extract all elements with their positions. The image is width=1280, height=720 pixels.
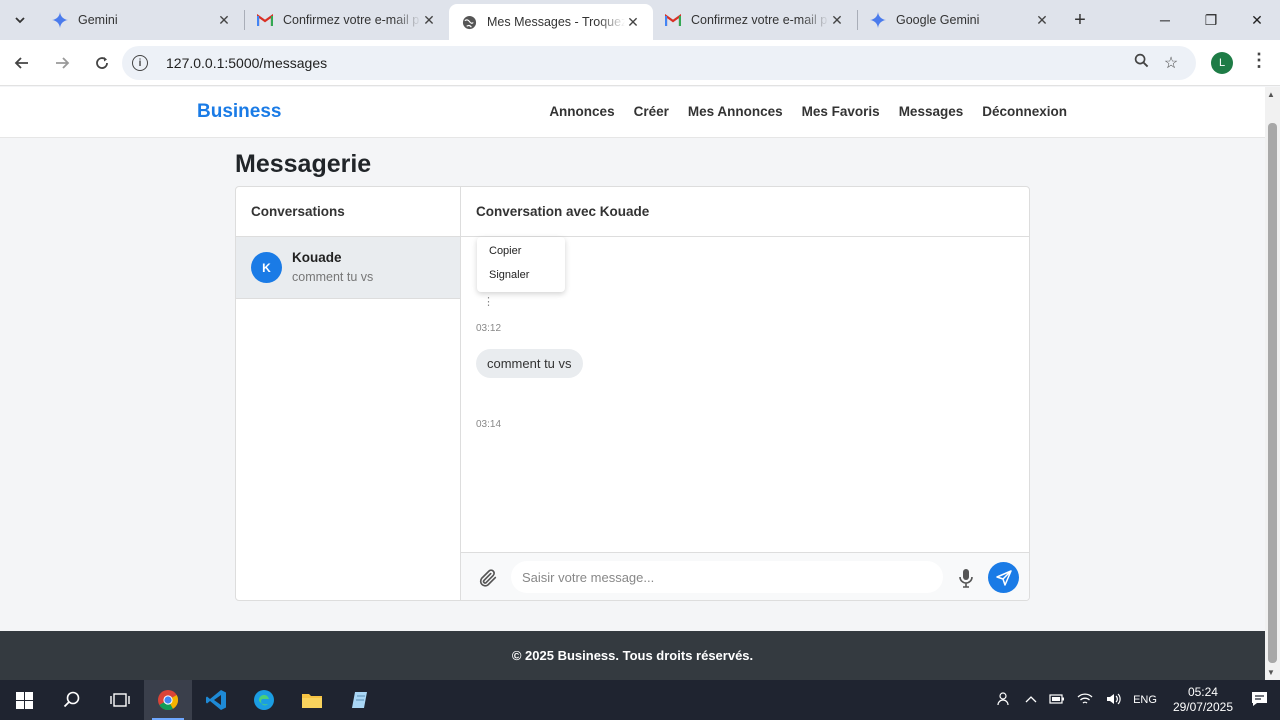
send-plane-icon — [995, 569, 1012, 586]
conversation-last-message: comment tu vs — [292, 270, 374, 284]
gmail-icon — [257, 12, 273, 28]
search-icon[interactable] — [48, 680, 96, 720]
back-arrow-icon[interactable] — [4, 45, 40, 81]
page-scrollbar[interactable]: ▲ ▼ — [1265, 87, 1280, 680]
tab-title: Confirmez votre e-mail p — [691, 13, 828, 27]
close-tab-icon[interactable]: ✕ — [829, 12, 845, 29]
scrollbar-thumb[interactable] — [1268, 123, 1277, 663]
nav-mes-favoris[interactable]: Mes Favoris — [802, 104, 880, 119]
tab-gmail-confirm-1[interactable]: Confirmez votre e-mail p ✕ — [245, 0, 449, 40]
nav-deconnexion[interactable]: Déconnexion — [982, 104, 1067, 119]
nav-annonces[interactable]: Annonces — [549, 104, 614, 119]
task-view-icon[interactable] — [96, 680, 144, 720]
reload-icon[interactable] — [84, 45, 120, 81]
tab-title: Google Gemini — [896, 13, 980, 27]
minimize-icon[interactable]: ─ — [1142, 0, 1188, 40]
paperclip-icon[interactable] — [477, 567, 499, 589]
windows-taskbar: ENG 05:24 29/07/2025 — [0, 680, 1280, 720]
url-text[interactable]: 127.0.0.1:5000/messages — [166, 55, 1126, 71]
nav-creer[interactable]: Créer — [634, 104, 669, 119]
conversations-column: Conversations K Kouade comment tu vs — [236, 187, 461, 600]
message-timestamp: 03:14 — [476, 419, 502, 430]
chrome-taskbar-icon[interactable] — [144, 680, 192, 720]
windows-start-icon[interactable] — [0, 680, 48, 720]
message-timestamp: 03:12 — [476, 323, 502, 334]
chat-messages: Copier Signaler ⋮ 03:12 comment tu vs 03… — [461, 237, 1029, 552]
battery-icon[interactable] — [1043, 693, 1071, 708]
zoom-icon[interactable] — [1126, 53, 1156, 73]
conversations-header: Conversations — [236, 187, 460, 237]
tab-title: Mes Messages - Troquez — [487, 15, 625, 29]
site-header: Business Annonces Créer Mes Annonces Mes… — [0, 87, 1265, 138]
tab-search-icon[interactable] — [0, 0, 40, 40]
system-clock[interactable]: 05:24 29/07/2025 — [1163, 685, 1243, 715]
tab-title: Confirmez votre e-mail p — [283, 13, 420, 27]
chat-column: Conversation avec Kouade Copier Signaler… — [461, 187, 1029, 600]
tab-gmail-confirm-2[interactable]: Confirmez votre e-mail p ✕ — [653, 0, 857, 40]
site-info-icon[interactable]: i — [132, 55, 148, 71]
profile-avatar[interactable]: L — [1211, 52, 1233, 74]
close-tab-icon[interactable]: ✕ — [1034, 12, 1050, 29]
system-tray: ENG 05:24 29/07/2025 — [991, 680, 1280, 720]
bookmark-star-icon[interactable]: ☆ — [1156, 53, 1186, 73]
message-bubble: comment tu vs — [476, 349, 583, 378]
close-tab-icon[interactable]: ✕ — [216, 12, 232, 29]
clock-time: 05:24 — [1187, 685, 1218, 699]
file-explorer-icon[interactable] — [288, 680, 336, 720]
page-viewport: Business Annonces Créer Mes Annonces Mes… — [0, 87, 1265, 680]
globe-icon — [461, 14, 477, 30]
microphone-icon[interactable] — [956, 567, 976, 589]
nav-mes-annonces[interactable]: Mes Annonces — [688, 104, 783, 119]
message-input[interactable] — [511, 561, 943, 593]
chat-header: Conversation avec Kouade — [461, 187, 1029, 237]
notepad-app-icon[interactable] — [336, 680, 384, 720]
language-indicator[interactable]: ENG — [1127, 694, 1163, 706]
address-bar[interactable]: i 127.0.0.1:5000/messages ☆ — [122, 46, 1196, 80]
site-nav: Annonces Créer Mes Annonces Mes Favoris … — [549, 104, 1067, 119]
people-icon[interactable] — [991, 691, 1019, 710]
conversation-name: Kouade — [292, 250, 342, 265]
avatar: K — [251, 252, 282, 283]
send-button[interactable] — [988, 562, 1019, 593]
vscode-taskbar-icon[interactable] — [192, 680, 240, 720]
gmail-icon — [665, 12, 681, 28]
tab-mes-messages[interactable]: Mes Messages - Troquez ✕ — [449, 4, 653, 40]
window-controls: ─ ❐ ✕ — [1142, 0, 1280, 40]
new-tab-plus-icon[interactable]: + — [1062, 0, 1098, 40]
clock-date: 29/07/2025 — [1172, 700, 1233, 714]
close-tab-icon[interactable]: ✕ — [625, 14, 641, 31]
close-window-icon[interactable]: ✕ — [1234, 0, 1280, 40]
page-title: Messagerie — [235, 150, 372, 178]
scroll-up-icon[interactable]: ▲ — [1267, 90, 1275, 99]
tab-title: Gemini — [78, 13, 118, 27]
volume-icon[interactable] — [1099, 692, 1127, 709]
site-footer: © 2025 Business. Tous droits réservés. — [0, 631, 1265, 680]
tab-gemini[interactable]: Gemini ✕ — [40, 0, 244, 40]
messaging-panel: Conversations K Kouade comment tu vs Con… — [235, 186, 1030, 601]
wifi-icon[interactable] — [1071, 692, 1099, 709]
tab-google-gemini[interactable]: Google Gemini ✕ — [858, 0, 1062, 40]
conversation-item[interactable]: K Kouade comment tu vs — [236, 237, 460, 299]
menu-item-copier[interactable]: Copier — [477, 244, 565, 268]
site-brand[interactable]: Business — [197, 101, 281, 123]
browser-toolbar: i 127.0.0.1:5000/messages ☆ L ⋮ — [0, 40, 1280, 86]
restore-icon[interactable]: ❐ — [1188, 0, 1234, 40]
browser-menu-icon[interactable]: ⋮ — [1250, 50, 1268, 71]
chevron-up-icon[interactable] — [1019, 694, 1043, 706]
edge-taskbar-icon[interactable] — [240, 680, 288, 720]
browser-tab-bar: Gemini ✕ Confirmez votre e-mail p ✕ Mes … — [0, 0, 1280, 40]
notification-center-icon[interactable] — [1243, 691, 1280, 710]
nav-messages[interactable]: Messages — [899, 104, 964, 119]
message-options-icon[interactable]: ⋮ — [483, 295, 494, 308]
forward-arrow-icon[interactable] — [44, 45, 80, 81]
message-context-menu: Copier Signaler — [477, 237, 565, 292]
gemini-star-icon — [870, 12, 886, 28]
message-composer — [461, 552, 1029, 600]
menu-item-signaler[interactable]: Signaler — [477, 268, 565, 292]
close-tab-icon[interactable]: ✕ — [421, 12, 437, 29]
scroll-down-icon[interactable]: ▼ — [1267, 668, 1275, 677]
gemini-star-icon — [52, 12, 68, 28]
